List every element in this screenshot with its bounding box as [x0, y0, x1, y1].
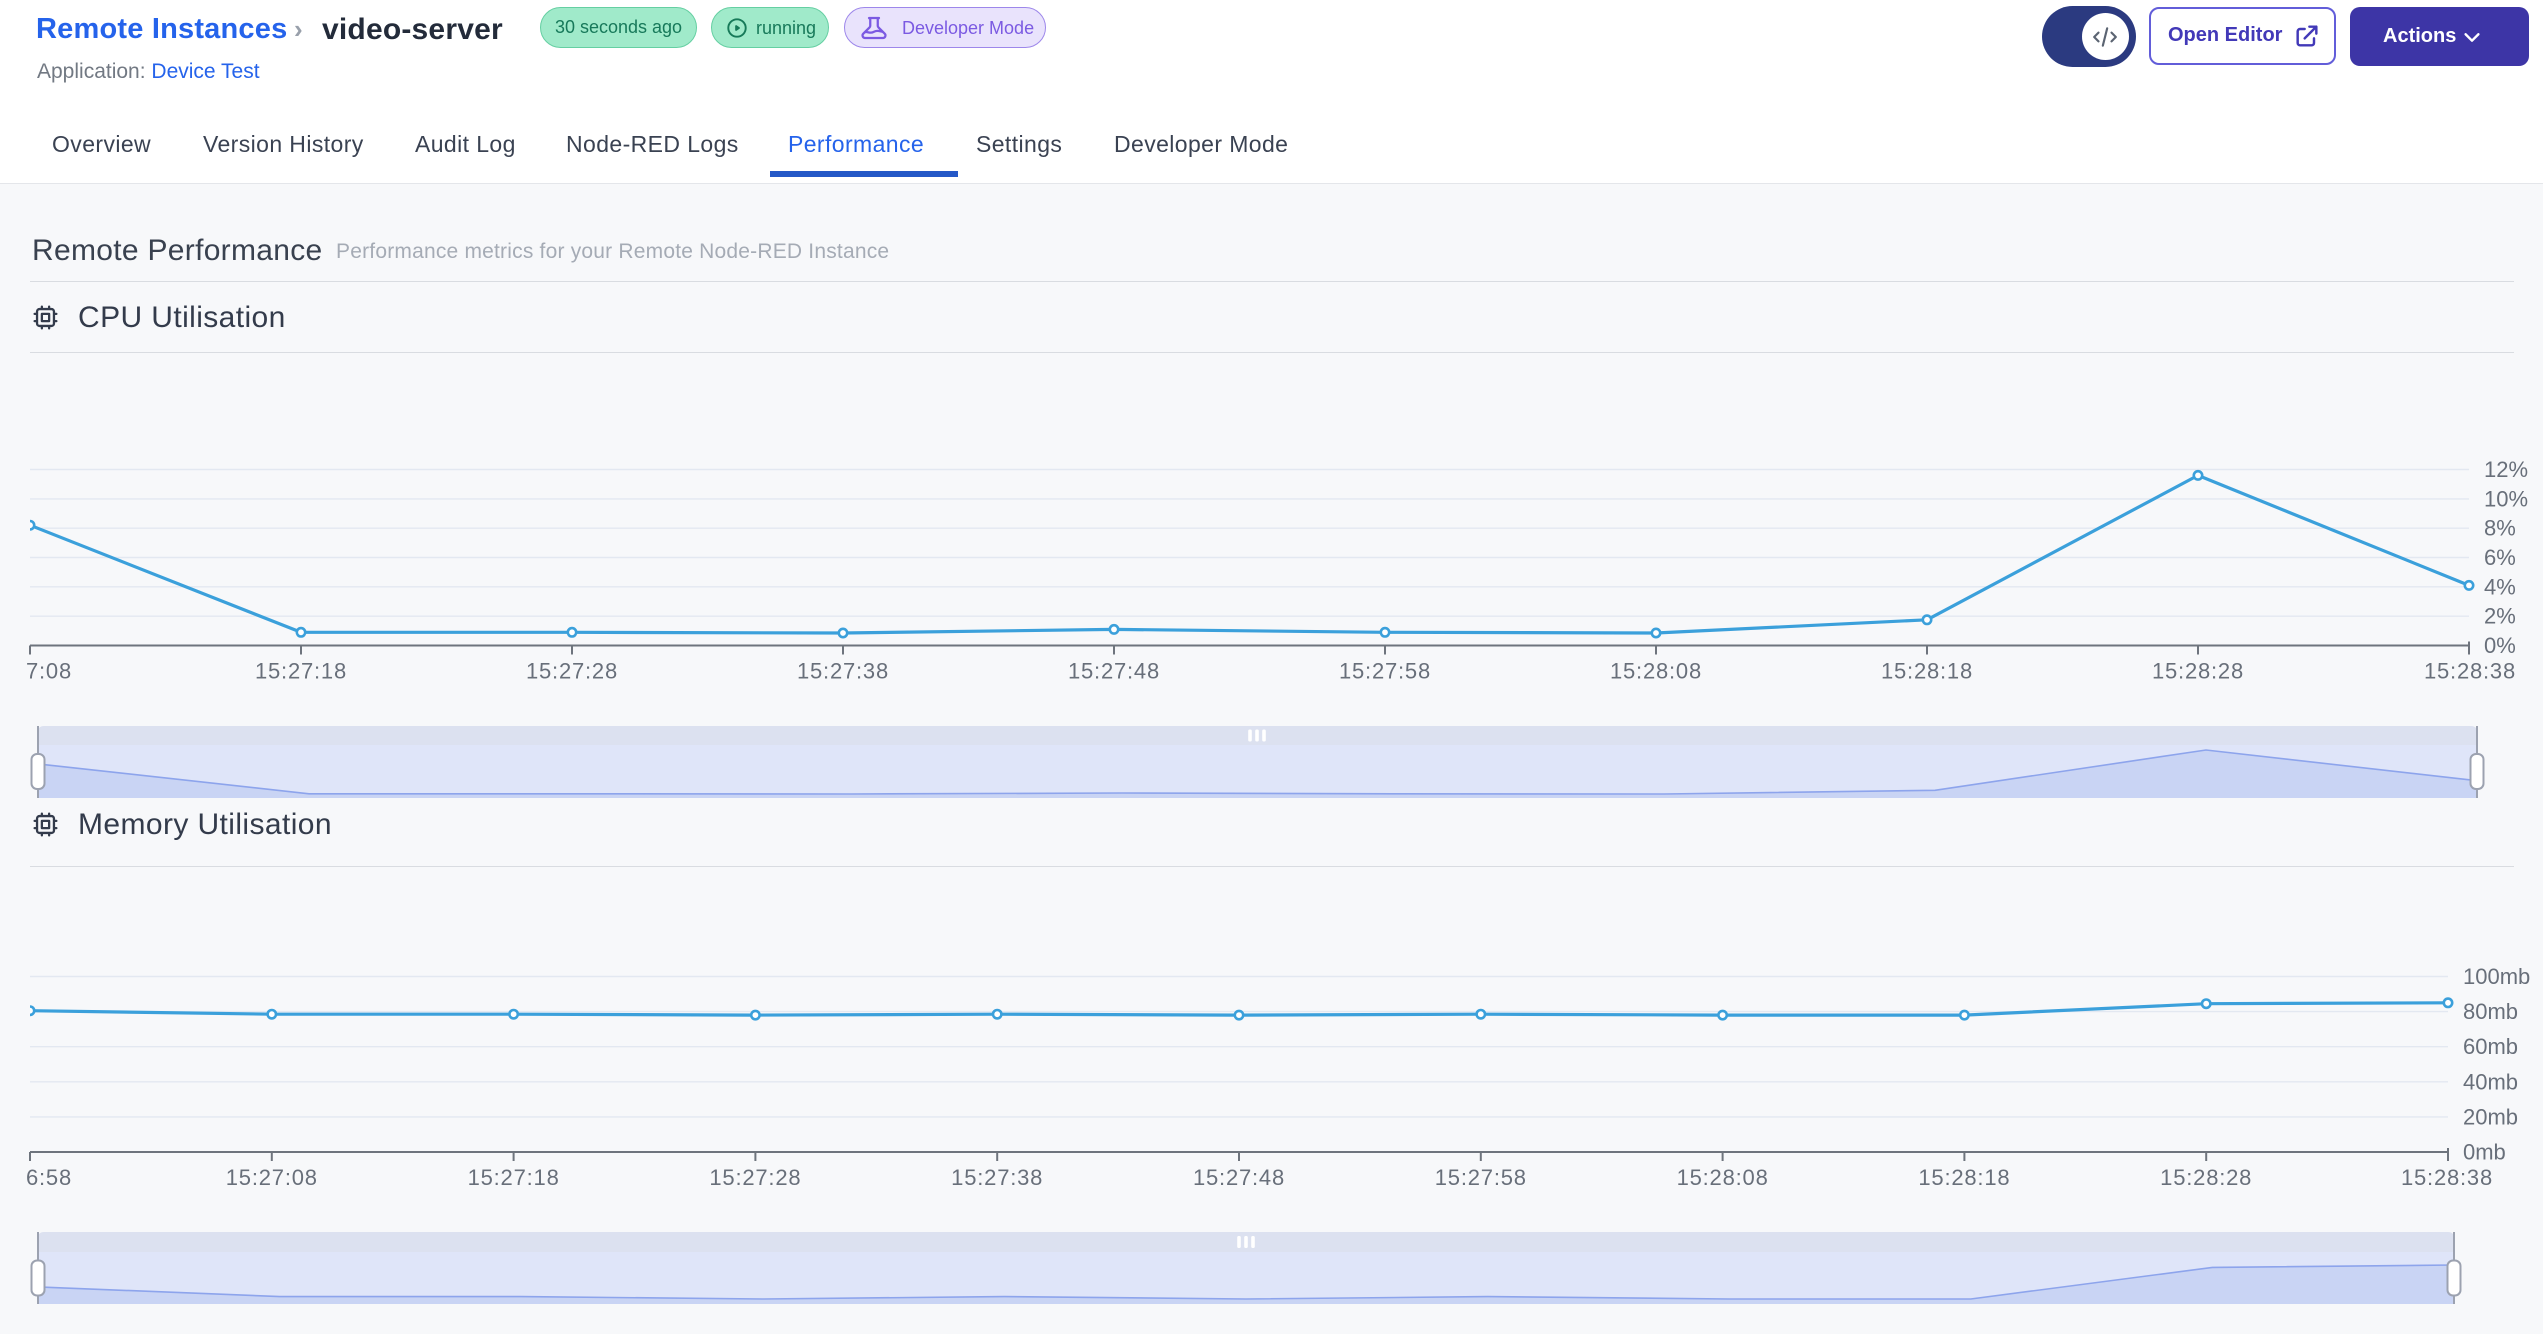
svg-text:15:27:38: 15:27:38: [797, 659, 889, 684]
svg-text:15:27:18: 15:27:18: [468, 1165, 560, 1190]
svg-text:15:27:48: 15:27:48: [1068, 659, 1160, 684]
svg-text:15:27:28: 15:27:28: [526, 659, 618, 684]
svg-text:6%: 6%: [2484, 545, 2516, 570]
svg-text:100mb: 100mb: [2463, 964, 2530, 989]
svg-text:0mb: 0mb: [2463, 1140, 2506, 1165]
svg-text:15:28:28: 15:28:28: [2160, 1165, 2252, 1190]
svg-text:12%: 12%: [2484, 457, 2528, 482]
svg-text:15:28:18: 15:28:18: [1881, 659, 1973, 684]
svg-text:15:28:18: 15:28:18: [1918, 1165, 2010, 1190]
svg-text:20mb: 20mb: [2463, 1104, 2518, 1129]
svg-text:6:58: 6:58: [26, 1165, 72, 1190]
svg-text:80mb: 80mb: [2463, 999, 2518, 1024]
svg-text:15:27:38: 15:27:38: [951, 1165, 1043, 1190]
svg-text:10%: 10%: [2484, 486, 2528, 511]
svg-text:40mb: 40mb: [2463, 1069, 2518, 1094]
svg-text:15:28:08: 15:28:08: [1677, 1165, 1769, 1190]
svg-text:60mb: 60mb: [2463, 1034, 2518, 1059]
svg-text:15:28:28: 15:28:28: [2152, 659, 2244, 684]
svg-text:15:28:38: 15:28:38: [2401, 1165, 2493, 1190]
svg-text:15:27:28: 15:27:28: [709, 1165, 801, 1190]
svg-text:15:27:58: 15:27:58: [1339, 659, 1431, 684]
svg-text:15:27:08: 15:27:08: [226, 1165, 318, 1190]
svg-text:15:28:38: 15:28:38: [2424, 659, 2516, 684]
svg-text:15:27:18: 15:27:18: [255, 659, 347, 684]
svg-text:0%: 0%: [2484, 633, 2516, 658]
svg-text:4%: 4%: [2484, 574, 2516, 599]
svg-text:8%: 8%: [2484, 516, 2516, 541]
svg-text:7:08: 7:08: [26, 659, 72, 684]
svg-text:15:27:48: 15:27:48: [1193, 1165, 1285, 1190]
svg-text:2%: 2%: [2484, 604, 2516, 629]
svg-text:15:27:58: 15:27:58: [1435, 1165, 1527, 1190]
svg-text:15:28:08: 15:28:08: [1610, 659, 1702, 684]
